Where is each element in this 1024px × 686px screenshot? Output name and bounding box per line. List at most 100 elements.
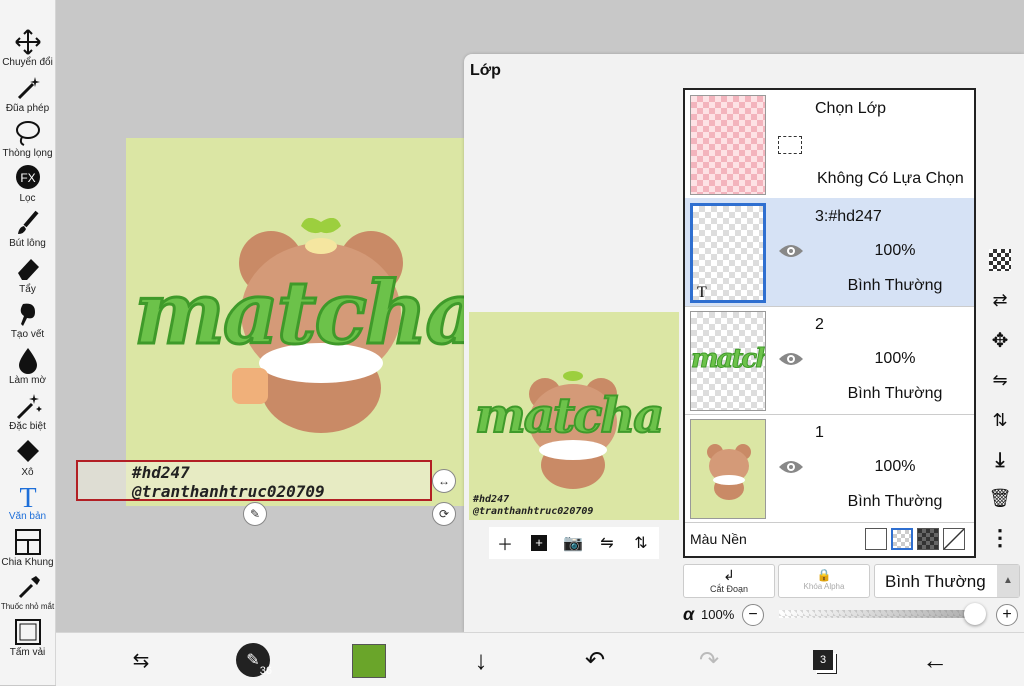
tool-blur[interactable]: Làm mờ xyxy=(0,346,55,386)
fx-filter-icon: FX xyxy=(15,165,40,189)
flip-layer-button[interactable]: ⇅ xyxy=(988,408,1012,432)
undo-icon: ↶ xyxy=(584,646,606,674)
resize-width-handle[interactable]: ↔ xyxy=(432,469,456,493)
canvas-icon xyxy=(14,619,41,645)
layer-name: 3:#hd247 xyxy=(815,208,882,225)
layer-opacity: 100% xyxy=(874,350,916,367)
delete-layer-button[interactable]: 🗑 xyxy=(988,486,1012,510)
visibility-eye-icon[interactable] xyxy=(778,242,804,260)
layer-thumbnail: T xyxy=(690,203,766,303)
opacity-slider-track[interactable] xyxy=(779,610,975,618)
lock-icon: 🔒 xyxy=(816,568,832,582)
layer-name: 1 xyxy=(815,424,824,441)
tool-label: Tẩy xyxy=(19,284,36,295)
blend-mode-value: Bình Thường xyxy=(885,572,986,591)
bg-transparent-swatch[interactable] xyxy=(891,528,913,550)
brush-size-button[interactable]: ✎ 36 xyxy=(236,643,272,677)
trash-icon: 🗑 xyxy=(988,487,1012,508)
more-options-button[interactable]: ⋮ xyxy=(988,525,1012,550)
layer-row[interactable]: matcha 2 100% Bình Thường xyxy=(685,306,974,415)
panel-title: Lớp xyxy=(470,62,501,79)
layer-row[interactable]: 1 100% Bình Thường xyxy=(685,414,974,523)
tool-transform[interactable]: Chuyển đổi xyxy=(0,28,55,68)
drawing-canvas[interactable]: matcha xyxy=(126,138,496,506)
transfer-layer-button[interactable]: ⇄ xyxy=(988,288,1012,312)
left-toolbar: Chuyển đổi Đũa phép Thòng lọng FX Lọc Bú… xyxy=(0,0,56,685)
tool-frame-divider[interactable]: Chia Khung xyxy=(0,528,55,568)
add-square-icon: + xyxy=(531,535,547,551)
flip-horizontal-button[interactable]: ⇋ xyxy=(595,531,619,555)
tool-smudge[interactable]: Tạo vết xyxy=(0,300,55,340)
layer-action-bar: ＋ + 📷 ⇋ ⇅ xyxy=(489,527,659,559)
tool-label: Xô xyxy=(21,467,34,478)
tool-magic-wand[interactable]: Đũa phép xyxy=(0,74,55,114)
merge-down-button[interactable]: ⤓ xyxy=(988,448,1012,472)
move-layer-button[interactable]: ✥ xyxy=(988,328,1012,352)
tool-label: Tạo vết xyxy=(10,329,45,340)
add-layer-button[interactable]: ＋ xyxy=(493,531,517,555)
layer-row[interactable]: T 3:#hd247 100% Bình Thường xyxy=(685,198,974,307)
text-layer-marker: T xyxy=(697,284,707,301)
checkerboard-icon xyxy=(989,249,1011,271)
text-line-hashtag: #hd247 xyxy=(132,463,190,482)
tool-text[interactable]: T Văn bản xyxy=(0,482,55,522)
tool-bucket[interactable]: Xô xyxy=(0,438,55,478)
visibility-eye-icon[interactable] xyxy=(778,350,804,368)
undo-button[interactable]: ↶ xyxy=(578,643,612,677)
import-photo-button[interactable]: 📷 xyxy=(561,531,585,555)
tool-label: Thuốc nhỏ mắt xyxy=(0,602,55,611)
bg-white-swatch[interactable] xyxy=(865,528,887,550)
tool-canvas[interactable]: Tấm vải xyxy=(0,618,55,658)
arrow-left-icon: ← xyxy=(922,644,948,675)
alpha-lock-button[interactable]: 🔒 Khóa Alpha xyxy=(778,564,870,598)
svg-text:T: T xyxy=(19,483,36,510)
layers-button[interactable]: 3 xyxy=(806,643,840,677)
rotate-handle[interactable]: ⟳ xyxy=(432,502,456,526)
background-color-row: Màu Nền xyxy=(685,522,974,556)
plus-icon: + xyxy=(1002,606,1012,623)
increase-opacity-button[interactable]: + xyxy=(996,604,1018,626)
edit-text-handle[interactable]: ✎ xyxy=(243,502,267,526)
tool-label: Lọc xyxy=(19,193,36,204)
bg-none-swatch[interactable] xyxy=(943,528,965,550)
decrease-opacity-button[interactable]: − xyxy=(742,604,764,626)
opacity-slider-knob[interactable] xyxy=(964,603,986,625)
selection-status: Không Có Lựa Chọn xyxy=(817,170,964,187)
tool-eraser[interactable]: Tẩy xyxy=(0,255,55,295)
frame-divider-icon xyxy=(14,529,41,555)
move-icon xyxy=(14,29,41,55)
tool-eyedropper[interactable]: Thuốc nhỏ mắt xyxy=(0,573,55,611)
flip-vertical-button[interactable]: ⇅ xyxy=(629,531,653,555)
tool-label: Làm mờ xyxy=(8,375,47,386)
smudge-icon xyxy=(20,303,35,326)
layer-blend-mode: Bình Thường xyxy=(847,385,943,402)
back-button[interactable]: ← xyxy=(918,643,952,677)
quick-tool-switch-button[interactable]: ⇆ xyxy=(124,643,158,677)
tool-brush[interactable]: Bút lông xyxy=(0,209,55,249)
redo-button[interactable]: ↷ xyxy=(692,643,726,677)
selection-layer-row[interactable]: Chọn Lớp Không Có Lựa Chọn xyxy=(685,90,974,199)
eraser-icon xyxy=(17,259,39,280)
eyedropper-icon xyxy=(18,576,40,599)
text-layer-bounding-box[interactable]: #hd247 @tranthanhtruc020709 xyxy=(76,460,432,501)
layer-thumbnail: matcha xyxy=(690,311,766,411)
tool-label: Đặc biệt xyxy=(9,421,46,432)
blend-mode-dropdown[interactable]: Bình Thường ▲ xyxy=(874,564,1020,598)
tool-lasso[interactable]: Thòng lọng xyxy=(0,119,55,159)
current-color-swatch[interactable] xyxy=(352,644,386,678)
tool-filter[interactable]: FX Lọc xyxy=(0,164,55,204)
rotate-layer-button[interactable]: ⇋ xyxy=(988,368,1012,392)
clipping-button[interactable]: ↲ Cắt Đoạn xyxy=(683,564,775,598)
horizontal-arrows-icon: ↔ xyxy=(438,474,450,488)
layer-down-button[interactable]: ↓ xyxy=(464,643,498,677)
alpha-lock-label: Khóa Alpha xyxy=(803,582,845,591)
layer-list: Chọn Lớp Không Có Lựa Chọn T 3:#hd247 10… xyxy=(683,88,976,558)
tool-special[interactable]: Đặc biệt xyxy=(0,392,55,432)
special-sparkle-icon xyxy=(16,394,42,420)
flip-vertical-icon: ⇅ xyxy=(992,409,1008,430)
checker-button[interactable] xyxy=(988,248,1012,272)
visibility-eye-icon[interactable] xyxy=(778,458,804,476)
bottom-toolbar: ⇆ ✎ 36 ↓ ↶ ↷ 3 ← xyxy=(56,632,1024,686)
add-layer-copy-button[interactable]: + xyxy=(527,531,551,555)
bg-dark-checker-swatch[interactable] xyxy=(917,528,939,550)
